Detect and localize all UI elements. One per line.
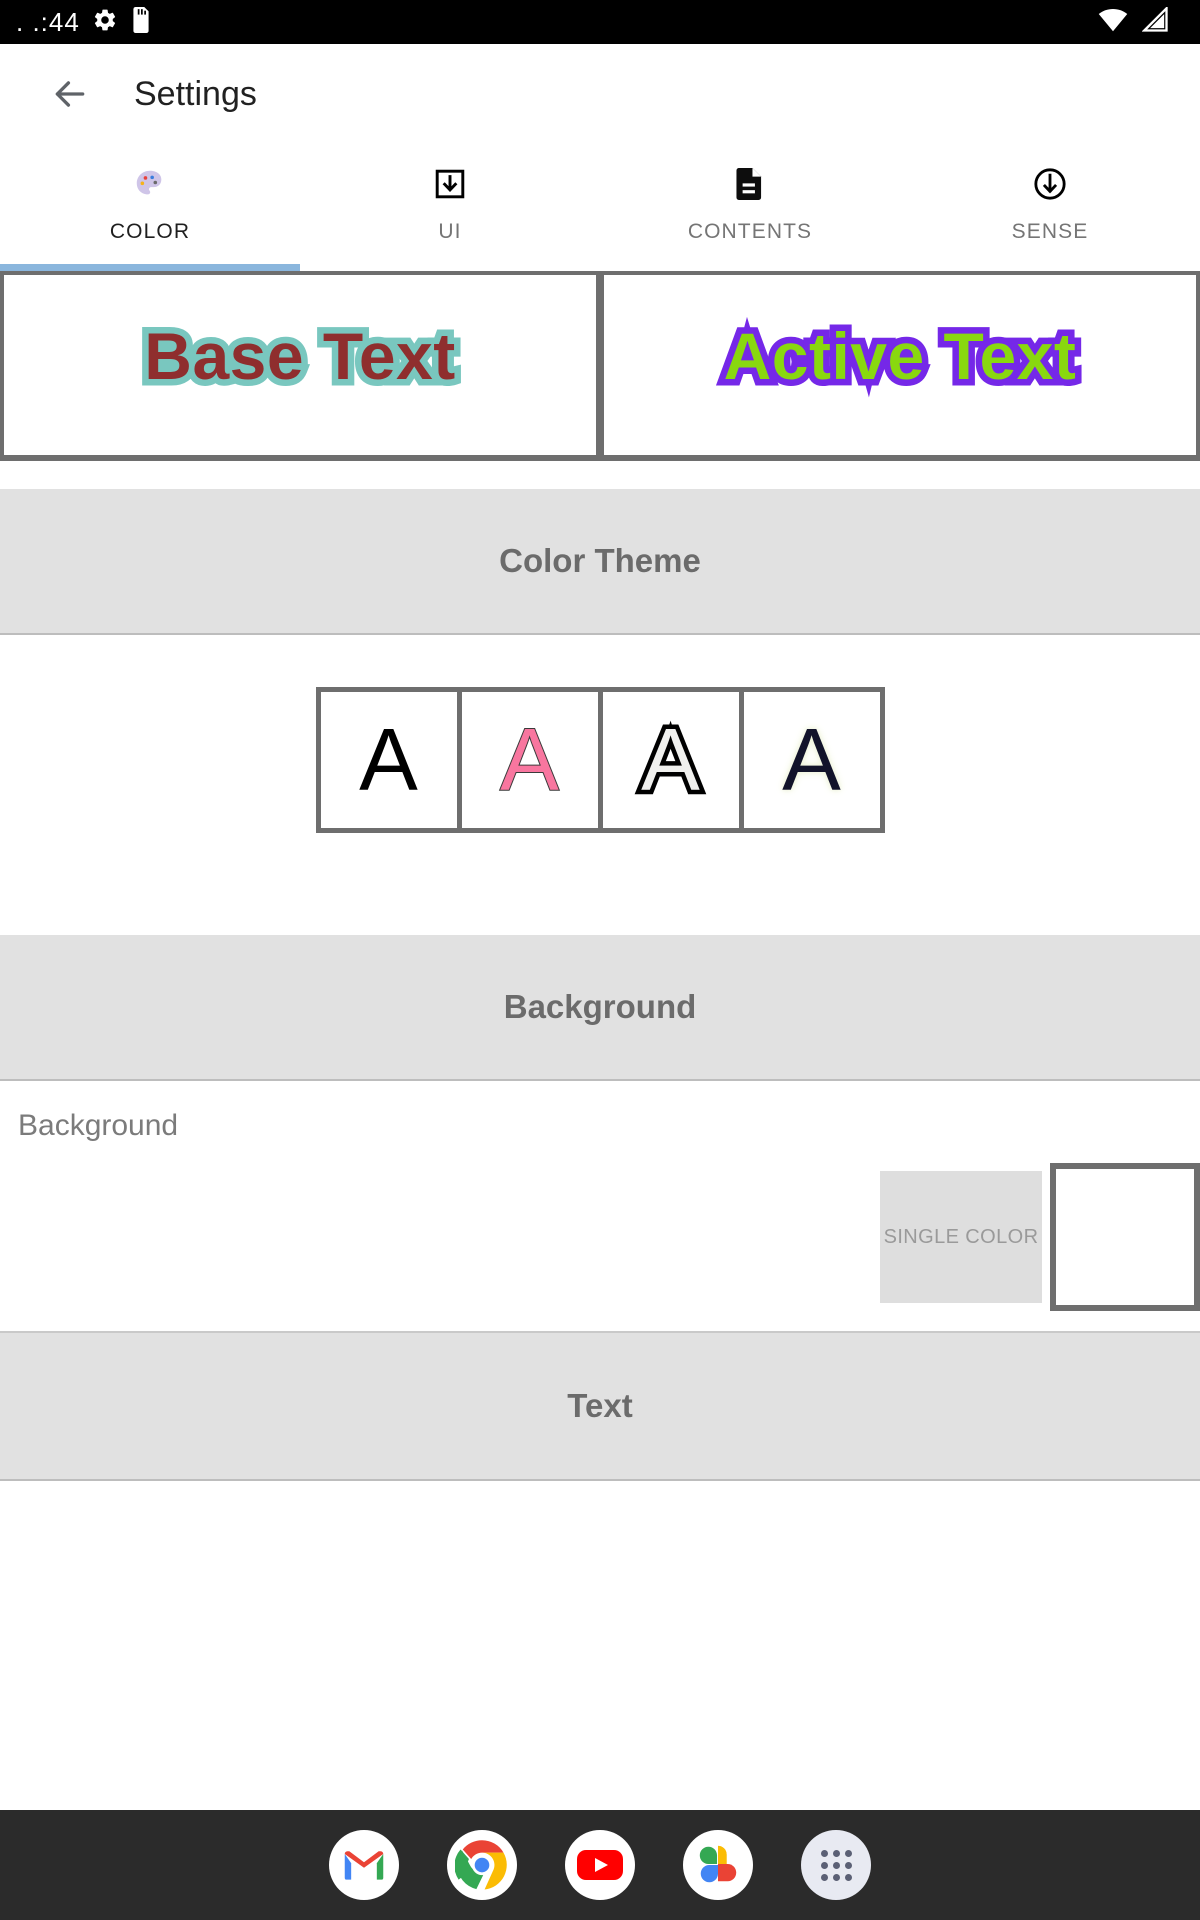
active-text-sample: Active Text: [717, 317, 1082, 396]
active-text-preview[interactable]: Active Text: [604, 275, 1196, 455]
swatch-letter: A: [359, 710, 418, 809]
base-text-sample: Base Text: [138, 317, 462, 396]
background-controls: SINGLE COLOR: [880, 1163, 1200, 1311]
phone-screen: . .:44 Settings COLOR UI CONTENTS SENSE …: [0, 0, 1200, 1920]
tab-label-color: COLOR: [109, 220, 191, 243]
sd-card-icon: [130, 6, 152, 38]
tab-bar: COLOR UI CONTENTS SENSE: [0, 144, 1200, 271]
section-header-text: Text: [0, 1333, 1200, 1481]
preview-strip: Base Text Active Text: [0, 271, 1200, 461]
tab-sense[interactable]: SENSE: [900, 144, 1200, 271]
color-theme-swatch-strip: A A A A: [315, 687, 885, 833]
section-title-text: Text: [567, 1387, 633, 1424]
single-color-mode-chip[interactable]: SINGLE COLOR: [880, 1171, 1042, 1303]
background-row-label: Background: [18, 1109, 179, 1142]
bottom-dock: [0, 1810, 1200, 1920]
status-clock: . .:44: [16, 6, 80, 37]
circle-down-arrow-icon: [1033, 162, 1067, 206]
swatch-letter: A: [499, 710, 560, 809]
status-bar: . .:44: [0, 0, 1200, 44]
section-title-background: Background: [503, 988, 697, 1025]
gmail-icon[interactable]: [329, 1830, 399, 1900]
tab-label-sense: SENSE: [1011, 220, 1089, 243]
section-header-background: Background: [0, 935, 1200, 1081]
color-theme-swatch-row: A A A A: [0, 635, 1200, 885]
tab-label-contents: CONTENTS: [687, 220, 813, 243]
cellular-signal-icon: [1141, 5, 1170, 38]
back-button[interactable]: [48, 72, 92, 116]
color-theme-swatch-2[interactable]: A: [461, 692, 598, 828]
photos-icon[interactable]: [683, 1830, 753, 1900]
color-theme-swatch-1[interactable]: A: [320, 692, 457, 828]
color-theme-swatch-3[interactable]: A: [602, 692, 739, 828]
gap-above-color-theme: [0, 461, 1200, 489]
color-theme-swatch-4[interactable]: A: [743, 692, 880, 828]
swatch-letter: A: [782, 710, 841, 809]
chrome-icon[interactable]: [447, 1830, 517, 1900]
section-header-color-theme: Color Theme: [0, 489, 1200, 635]
gap-below-color-theme: [0, 885, 1200, 935]
tab-ui[interactable]: UI: [300, 144, 600, 271]
tab-color[interactable]: COLOR: [0, 144, 300, 271]
download-box-icon: [434, 162, 466, 206]
app-drawer-dots: [820, 1849, 852, 1881]
document-icon: [735, 162, 765, 206]
swatch-letter: A: [637, 710, 705, 809]
palette-icon: [133, 162, 167, 206]
base-text-preview[interactable]: Base Text: [4, 275, 596, 455]
section-title-color-theme: Color Theme: [499, 542, 701, 579]
back-arrow-icon: [55, 81, 85, 107]
tab-active-indicator: [0, 264, 300, 271]
app-bar: Settings: [0, 44, 1200, 144]
app-drawer-icon[interactable]: [801, 1830, 871, 1900]
background-setting-row[interactable]: Background SINGLE COLOR: [0, 1081, 1200, 1333]
tab-label-ui: UI: [438, 220, 462, 243]
wifi-icon: [1098, 7, 1128, 38]
youtube-icon[interactable]: [565, 1830, 635, 1900]
status-bar-left: . .:44: [16, 6, 152, 38]
status-bar-right: [1098, 5, 1184, 38]
gear-icon: [92, 7, 118, 38]
page-title: Settings: [134, 74, 257, 113]
background-color-preview[interactable]: [1050, 1163, 1200, 1311]
tab-contents[interactable]: CONTENTS: [600, 144, 900, 271]
